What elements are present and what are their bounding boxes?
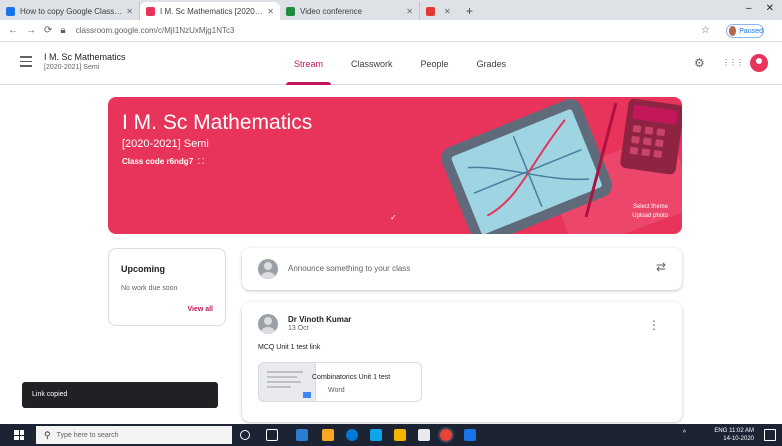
stream-post: Dr Vinoth Kumar 13 Oct ⋮ MCQ Unit 1 test…	[242, 302, 682, 422]
cortana-icon[interactable]	[240, 430, 250, 440]
banner-actions: Select theme Upload photo	[632, 203, 668, 221]
edge-icon[interactable]	[346, 429, 358, 441]
back-icon[interactable]: ←	[8, 25, 18, 36]
tab-people[interactable]: People	[407, 42, 463, 85]
minimize-icon[interactable]: –	[746, 3, 752, 14]
profile-label: Paused	[739, 27, 763, 35]
announce-placeholder[interactable]: Announce something to your class	[288, 264, 410, 273]
tab-stream[interactable]: Stream	[280, 42, 337, 85]
snackbar-toast: Link copied	[22, 382, 218, 408]
close-tab-icon[interactable]: ✕	[444, 7, 451, 16]
tray-overflow-icon[interactable]: ^	[683, 430, 686, 437]
tab-title: Video conference	[300, 6, 363, 16]
task-view-icon[interactable]	[266, 429, 278, 441]
close-window-icon[interactable]: ✕	[766, 3, 774, 14]
view-all-link[interactable]: View all	[187, 306, 213, 313]
browser-tab[interactable]: How to copy Google Classroom code ✕	[0, 2, 140, 20]
notification-center-icon[interactable]	[764, 429, 776, 441]
profile-avatar	[729, 26, 737, 36]
windows-start-icon[interactable]	[14, 430, 24, 440]
apps-grid-icon[interactable]: ⋮⋮⋮	[722, 58, 744, 67]
tab-classwork[interactable]: Classwork	[337, 42, 407, 85]
fullscreen-icon[interactable]: ⛶	[198, 157, 204, 166]
word-doc-icon	[303, 392, 311, 398]
banner-subtitle: [2020-2021] Semi	[122, 138, 209, 150]
bookmark-star-icon[interactable]: ☆	[701, 25, 710, 36]
browser-tab-bar: How to copy Google Classroom code ✕ I M.…	[0, 0, 782, 20]
window-controls: – ✕	[746, 3, 774, 14]
browser-tab[interactable]: ✕	[420, 2, 460, 20]
tab-title: How to copy Google Classroom code	[20, 6, 122, 16]
lock-icon: 🔒︎	[60, 25, 66, 36]
post-author: Dr Vinoth Kumar	[288, 315, 352, 324]
classroom-header: I M. Sc Mathematics [2020-2021] Semi Str…	[0, 42, 782, 85]
browser-tab-active[interactable]: I M. Sc Mathematics [2020-2021] ✕	[140, 2, 280, 20]
profile-button[interactable]: Paused	[726, 24, 764, 38]
clock-time: 11:02 AM	[729, 428, 754, 434]
attachment-title[interactable]: Combinatorics Unit 1 test	[312, 374, 390, 381]
avatar	[258, 314, 278, 334]
tab-favicon-icon	[146, 6, 155, 16]
lang-indicator[interactable]: ENG	[714, 428, 727, 434]
upcoming-card: Upcoming No work due soon View all	[108, 248, 226, 326]
announce-box[interactable]: Announce something to your class ⇄	[242, 248, 682, 290]
url-field[interactable]: classroom.google.com/c/MjI1NzUxMjg1NTc3	[76, 26, 782, 35]
banner-title: I M. Sc Mathematics	[122, 111, 313, 134]
upcoming-text: No work due soon	[121, 285, 178, 292]
attachment-type: Word	[328, 387, 345, 394]
more-options-icon[interactable]: ⋮	[648, 318, 660, 332]
tab-grades[interactable]: Grades	[463, 42, 521, 85]
class-nav-tabs: Stream Classwork People Grades	[280, 42, 520, 85]
search-icon: ⚲	[44, 429, 51, 440]
settings-gear-icon[interactable]: ⚙	[694, 56, 705, 70]
tab-favicon-icon	[286, 6, 295, 16]
close-tab-icon[interactable]: ✕	[267, 7, 274, 16]
file-explorer-icon[interactable]	[296, 429, 308, 441]
toast-text: Link copied	[32, 391, 68, 398]
tab-favicon-icon	[426, 6, 435, 16]
folder-icon[interactable]	[322, 429, 334, 441]
taskbar-search[interactable]: ⚲ Type here to search	[36, 426, 232, 444]
repost-icon[interactable]: ⇄	[656, 260, 666, 274]
class-name[interactable]: I M. Sc Mathematics	[44, 52, 126, 62]
close-tab-icon[interactable]: ✕	[126, 7, 133, 16]
attachment-card[interactable]	[258, 362, 422, 402]
address-bar: ← → ⟳ 🔒︎ classroom.google.com/c/MjI1NzUx…	[0, 20, 782, 42]
close-tab-icon[interactable]: ✕	[406, 7, 413, 16]
forward-icon[interactable]: →	[26, 25, 36, 36]
attachment-thumbnail	[258, 362, 316, 402]
hamburger-menu-icon[interactable]	[20, 56, 32, 70]
taskbar-search-placeholder: Type here to search	[56, 431, 119, 439]
upcoming-title: Upcoming	[121, 264, 165, 274]
class-banner: I M. Sc Mathematics [2020-2021] Semi Cla…	[108, 97, 682, 234]
new-tab-button[interactable]: +	[466, 2, 473, 20]
photos-icon[interactable]	[464, 429, 476, 441]
account-avatar[interactable]	[750, 54, 768, 72]
class-code: Class code r6ndg7 ⛶	[122, 157, 204, 167]
class-subtitle: [2020-2021] Semi	[44, 64, 100, 71]
word-icon[interactable]	[418, 429, 430, 441]
store-icon[interactable]	[370, 429, 382, 441]
tab-favicon-icon	[6, 6, 15, 16]
post-body: MCQ Unit 1 test link	[258, 344, 321, 351]
expand-chevron-icon[interactable]: ✓	[390, 213, 397, 222]
mail-icon[interactable]	[394, 429, 406, 441]
class-code-label: Class code r6ndg7	[122, 157, 194, 166]
tab-title: I M. Sc Mathematics [2020-2021]	[160, 6, 263, 16]
clock-date: 14-10-2020	[723, 436, 754, 442]
reload-icon[interactable]: ⟳	[44, 25, 52, 36]
chrome-icon[interactable]	[440, 429, 452, 441]
browser-tab[interactable]: Video conference ✕	[280, 2, 420, 20]
avatar	[258, 259, 278, 279]
post-date: 13 Oct	[288, 325, 309, 332]
upload-photo-link[interactable]: Upload photo	[632, 212, 668, 221]
windows-taskbar: ⚲ Type here to search ^ ENG 11:02 AM 14-…	[0, 424, 782, 446]
select-theme-link[interactable]: Select theme	[632, 203, 668, 212]
system-clock[interactable]: ENG 11:02 AM 14-10-2020	[714, 427, 754, 443]
